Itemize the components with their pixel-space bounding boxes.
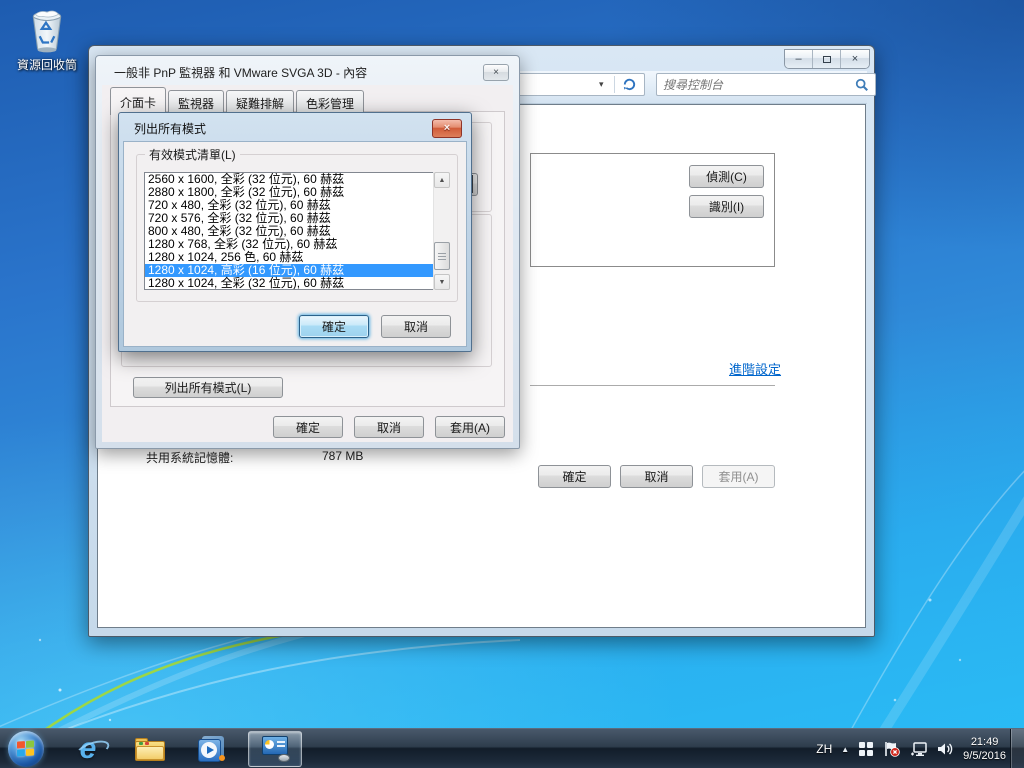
dialog-cancel-button[interactable]: 取消	[354, 416, 424, 438]
list-scrollbar[interactable]: ▲ ▼	[433, 172, 450, 290]
start-button[interactable]	[8, 731, 44, 767]
tray-expand-button[interactable]: ▲	[841, 745, 849, 754]
action-center-icon[interactable]	[883, 741, 901, 757]
monitor-preview-box: 偵測(C) 識別(I)	[530, 153, 775, 267]
shared-memory-value: 787 MB	[322, 449, 363, 463]
modal-cancel-button[interactable]: 取消	[381, 315, 451, 338]
panel-cancel-button[interactable]: 取消	[620, 465, 693, 488]
modes-list[interactable]: 2560 x 1600, 全彩 (32 位元), 60 赫茲2880 x 180…	[144, 172, 450, 290]
list-all-modes-button[interactable]: 列出所有模式(L)	[133, 377, 283, 398]
display-settings-icon	[260, 736, 290, 762]
valid-modes-label: 有效模式清單(L)	[145, 146, 240, 163]
language-indicator[interactable]: ZH	[816, 742, 832, 756]
modal-close-button[interactable]: ×	[432, 119, 462, 138]
modal-ok-button[interactable]: 確定	[299, 315, 369, 338]
scroll-down-button[interactable]: ▼	[434, 274, 450, 290]
dialog-apply-button[interactable]: 套用(A)	[435, 416, 505, 438]
taskbar-media-player-button[interactable]	[194, 732, 230, 766]
taskbar-active-display-settings-button[interactable]	[248, 731, 302, 767]
taskbar: e ZH ▲	[0, 728, 1024, 768]
maximize-icon	[823, 56, 831, 63]
dialog-ok-button[interactable]: 確定	[273, 416, 343, 438]
internet-explorer-icon: e	[80, 732, 97, 766]
tray-date: 9/5/2016	[963, 749, 1006, 763]
panel-apply-button: 套用(A)	[702, 465, 775, 488]
close-icon: ×	[852, 54, 858, 65]
modal-body: 有效模式清單(L) 2560 x 1600, 全彩 (32 位元), 60 赫茲…	[123, 141, 467, 347]
modal-title: 列出所有模式	[134, 120, 206, 137]
list-all-modes-dialog: 列出所有模式 × 有效模式清單(L) 2560 x 1600, 全彩 (32 位…	[118, 112, 472, 352]
taskbar-ie-button[interactable]: e	[70, 732, 106, 766]
refresh-icon	[622, 77, 637, 92]
window-controls: – ×	[784, 49, 870, 69]
shared-memory-label: 共用系統記憶體:	[146, 449, 233, 466]
minimize-icon: –	[795, 54, 801, 65]
dialog-close-button[interactable]: ×	[483, 64, 509, 81]
mode-item[interactable]: 1280 x 1024, 全彩 (32 位元), 60 赫茲	[145, 277, 449, 290]
close-icon: ×	[493, 68, 499, 78]
scroll-down-icon: ▼	[439, 279, 446, 286]
desktop: 資源回收筒 – × ▾	[0, 0, 1024, 768]
search-input[interactable]	[663, 75, 843, 94]
folder-icon	[135, 738, 165, 761]
recycle-bin-shortcut[interactable]: 資源回收筒	[8, 8, 86, 73]
tab-0[interactable]: 介面卡	[110, 87, 166, 115]
panel-ok-button[interactable]: 確定	[538, 465, 611, 488]
divider	[530, 385, 775, 386]
scroll-up-icon: ▲	[439, 177, 446, 184]
dialog-title: 一般非 PnP 監視器 和 VMware SVGA 3D - 內容	[114, 64, 367, 81]
close-button[interactable]: ×	[841, 50, 869, 68]
detect-button[interactable]: 偵測(C)	[689, 165, 764, 188]
address-caret-icon[interactable]: ▾	[599, 79, 604, 90]
search-box[interactable]	[656, 73, 876, 96]
search-icon[interactable]	[855, 78, 869, 92]
recycle-bin-label: 資源回收筒	[8, 56, 86, 73]
recycle-bin-icon	[24, 8, 70, 54]
taskbar-explorer-button[interactable]	[132, 732, 168, 766]
media-player-icon	[198, 736, 226, 762]
network-status-icon[interactable]	[910, 741, 928, 757]
tray-time: 21:49	[963, 735, 1006, 749]
system-tray: ZH ▲ 21:49 9/5/2	[816, 729, 1006, 768]
address-bar[interactable]: ▾	[508, 73, 645, 96]
minimize-button[interactable]: –	[785, 50, 813, 68]
clock[interactable]: 21:49 9/5/2016	[963, 735, 1006, 763]
maximize-button[interactable]	[813, 50, 841, 68]
windows-logo-icon	[17, 740, 35, 757]
refresh-button[interactable]	[615, 74, 644, 95]
identify-button[interactable]: 識別(I)	[689, 195, 764, 218]
tray-windows-icon[interactable]	[858, 741, 874, 757]
advanced-settings-link[interactable]: 進階設定	[729, 359, 781, 378]
scroll-up-button[interactable]: ▲	[434, 172, 450, 188]
volume-icon[interactable]	[937, 741, 954, 757]
scrollbar-thumb[interactable]	[434, 242, 450, 270]
close-icon: ×	[444, 123, 450, 134]
show-desktop-button[interactable]	[1010, 729, 1024, 768]
